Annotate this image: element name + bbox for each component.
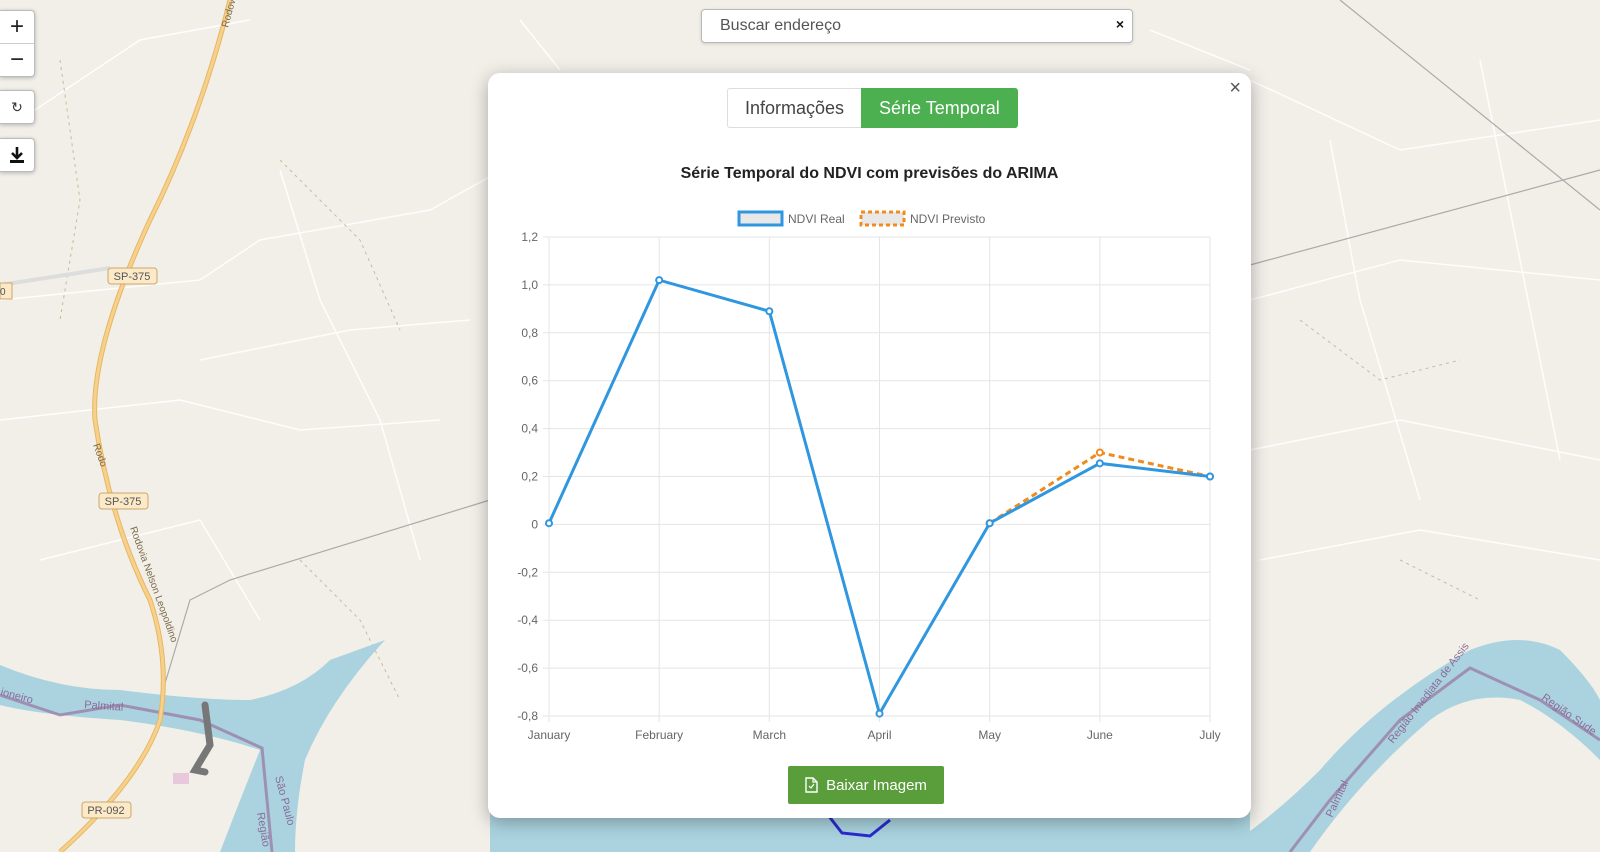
ndvi-chart: 1,2 1,0 0,8 0,6 0,4 0,2 0 -0,2 -0,4 -0,6 -0,8 Janua…: [517, 210, 1221, 742]
refresh-button[interactable]: ↻: [0, 90, 35, 124]
file-icon: [805, 777, 818, 793]
x-tick-label: April: [867, 728, 891, 742]
data-point: [545, 519, 553, 528]
download-icon: [10, 147, 24, 163]
data-point: [765, 307, 774, 316]
x-tick-label: March: [753, 728, 786, 742]
y-tick-label: -0,4: [517, 613, 538, 627]
data-point: [1095, 459, 1104, 468]
legend-swatch: [859, 210, 906, 227]
legend-swatch: [737, 210, 784, 227]
download-image-label: Baixar Imagem: [826, 776, 927, 794]
search-clear-button[interactable]: ×: [1116, 16, 1124, 32]
refresh-icon: ↻: [11, 98, 23, 115]
x-tick-label: January: [528, 728, 571, 742]
road-shield-edge-label: 0: [0, 287, 6, 298]
y-tick-label: 1,2: [521, 230, 538, 244]
legend-label: NDVI Previsto: [910, 212, 986, 226]
road-shield-sp375-a: SP-375: [107, 267, 158, 285]
y-tick-label: 0,6: [521, 374, 538, 388]
data-point: [655, 276, 664, 285]
data-point: [1095, 448, 1104, 457]
y-tick-label: -0,2: [517, 565, 538, 579]
legend-label: NDVI Real: [788, 212, 845, 226]
search-bar: ×: [701, 9, 1133, 43]
zoom-control: + −: [0, 10, 35, 77]
y-tick-label: 0: [531, 517, 538, 531]
zoom-in-button[interactable]: +: [0, 11, 34, 43]
download-image-button[interactable]: Baixar Imagem: [788, 766, 944, 804]
data-point: [875, 709, 884, 718]
road-shield-sp375-b: SP-375: [98, 492, 149, 510]
y-tick-label: -0,6: [517, 661, 538, 675]
svg-text:PR-092: PR-092: [87, 805, 124, 817]
search-input[interactable]: [702, 10, 1110, 42]
road-shield-pr092: PR-092: [81, 801, 132, 819]
svg-text:SP-375: SP-375: [105, 496, 142, 508]
download-map-button[interactable]: [0, 138, 35, 172]
x-tick-label: July: [1199, 728, 1220, 742]
x-tick-label: February: [635, 728, 683, 742]
y-tick-label: 0,8: [521, 326, 538, 340]
zoom-out-button[interactable]: −: [0, 43, 34, 76]
data-point: [985, 519, 994, 528]
x-tick-label: June: [1087, 728, 1113, 742]
chart-modal: × Informações Série Temporal Série Tempo…: [488, 73, 1251, 818]
y-tick-label: -0,8: [517, 709, 538, 723]
map-feature-pink: [173, 773, 189, 784]
svg-text:SP-375: SP-375: [114, 271, 151, 283]
y-tick-label: 1,0: [521, 278, 538, 292]
data-point: [1206, 472, 1214, 481]
y-tick-label: 0,2: [521, 470, 538, 484]
y-tick-label: 0,4: [521, 422, 538, 436]
x-tick-label: May: [978, 728, 1001, 742]
